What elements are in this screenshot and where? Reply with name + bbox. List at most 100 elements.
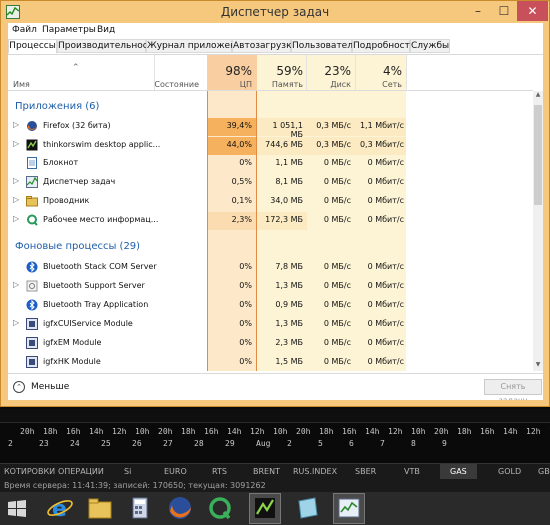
col-header-cpu[interactable]: ЦП <box>207 80 252 89</box>
process-network: 0 Мбит/с <box>367 357 404 366</box>
process-row[interactable]: Bluetooth Stack COM Server 0% 7,8 МБ 0 МБ/с… <box>8 259 533 277</box>
process-name: Firefox (32 бита) <box>43 121 111 130</box>
expand-chevron-icon[interactable]: ▷ <box>13 120 19 129</box>
instrument-tab[interactable]: BRENT <box>253 467 280 476</box>
taskbar-notes[interactable] <box>291 493 323 524</box>
scrollbar[interactable]: ▲ ▼ <box>533 91 543 371</box>
timeline-hour-label: 12h <box>250 427 265 436</box>
instrument-tab[interactable]: VTB <box>404 467 420 476</box>
taskbar-firefox[interactable] <box>164 493 196 524</box>
col-header-name[interactable]: Имя <box>13 80 30 89</box>
tab-details[interactable]: Подробности <box>352 39 416 53</box>
chevron-up-icon[interactable]: ⌃ <box>13 381 25 393</box>
instrument-tab[interactable]: GOLD <box>498 467 521 476</box>
ie-icon: e <box>47 497 73 522</box>
instrument-tab[interactable]: RUS.INDEX <box>293 467 337 476</box>
bluetooth-icon <box>26 261 38 273</box>
timeline-day-label: 26 <box>132 439 142 448</box>
instrument-tab[interactable]: EURO <box>164 467 187 476</box>
process-row[interactable]: ▷ Диспетчер задач 0,5% 8,1 МБ 0 МБ/с 0 Мбит/с <box>8 174 533 192</box>
fewer-details-link[interactable]: Меньше <box>31 382 69 392</box>
group-apps[interactable]: Приложения (6) <box>15 101 99 112</box>
tab-services[interactable]: Службы <box>410 39 450 53</box>
process-cpu: 0% <box>239 158 252 168</box>
process-name: igfxHK Module <box>43 357 101 366</box>
taskbar-explorer[interactable] <box>84 493 116 524</box>
timeline-hour-label: 10h <box>273 427 288 436</box>
process-row[interactable]: igfxHK Module 0% 1,5 МБ 0 МБ/с 0 Мбит/с <box>8 354 533 372</box>
process-name: Проводник <box>43 195 90 205</box>
bluetooth-icon <box>26 299 38 311</box>
expand-chevron-icon[interactable]: ▷ <box>13 280 19 289</box>
notes-icon <box>298 497 318 519</box>
windows-logo-icon <box>8 500 26 517</box>
process-row[interactable]: ▷ thinkorswim desktop applic... 44,0% 744,6… <box>8 136 533 155</box>
process-row[interactable]: ▷ Bluetooth Support Server 0% 1,3 МБ 0 МБ/с 0… <box>8 278 533 296</box>
timeline-day-label: 27 <box>163 439 173 448</box>
taskbar: e <box>0 492 550 525</box>
end-task-button[interactable]: Снять задачу <box>484 379 542 400</box>
expand-chevron-icon[interactable]: ▷ <box>13 195 19 204</box>
col-header-memory[interactable]: Память <box>257 80 303 89</box>
expand-chevron-icon[interactable]: ▷ <box>13 318 19 327</box>
timeline-hour-label: 20h <box>296 427 311 436</box>
col-header-network[interactable]: Сеть <box>356 80 402 89</box>
taskbar-ie[interactable]: e <box>44 493 76 524</box>
col-header-state[interactable]: Состояние <box>128 80 199 89</box>
taskbar-calculator[interactable] <box>124 493 156 524</box>
instrument-tab[interactable]: КОТИРОВКИ <box>4 467 55 476</box>
process-network: 0,3 Мбит/с <box>359 139 404 149</box>
process-row[interactable]: igfxEM Module 0% 2,3 МБ 0 МБ/с 0 Мбит/с <box>8 335 533 353</box>
scroll-up-icon[interactable]: ▲ <box>533 91 543 101</box>
process-name: igfxCUIService Module <box>43 319 133 328</box>
timeline-day-label: 7 <box>380 439 385 448</box>
igfx-icon <box>26 318 38 330</box>
timeline-hour-label: 18h <box>43 427 58 436</box>
process-row[interactable]: ▷ Firefox (32 бита) 39,4% 1 051,1 МБ 0,3 МБ/… <box>8 118 533 139</box>
tab-startup[interactable]: Автозагрузка <box>232 39 297 53</box>
scroll-thumb[interactable] <box>534 105 542 205</box>
menu-file[interactable]: Файл <box>12 25 37 35</box>
close-button[interactable]: ✕ <box>517 1 548 21</box>
quik-icon <box>26 214 38 226</box>
expand-chevron-icon[interactable]: ▷ <box>13 176 19 185</box>
service-icon <box>26 280 38 292</box>
process-row[interactable]: ▷ Проводник 0,1% 34,0 МБ 0 МБ/с 0 Мбит/с <box>8 193 533 211</box>
taskbar-task-manager[interactable] <box>333 493 365 524</box>
timeline-hour-label: 14h <box>89 427 104 436</box>
process-network: 0 Мбит/с <box>367 177 404 187</box>
menu-view[interactable]: Вид <box>97 25 115 35</box>
instrument-tab[interactable]: ОПЕРАЦИИ <box>58 467 104 476</box>
taskbar-quik[interactable] <box>204 493 236 524</box>
instrument-tab[interactable]: GAS <box>440 464 477 479</box>
tab-app-history[interactable]: Журнал приложений <box>146 39 248 53</box>
instrument-tab[interactable]: GBP <box>538 467 550 476</box>
start-button[interactable] <box>6 498 28 520</box>
process-disk: 0 МБ/с <box>323 319 351 328</box>
expand-chevron-icon[interactable]: ▷ <box>13 214 19 223</box>
instrument-tab[interactable]: RTS <box>212 467 227 476</box>
expand-chevron-icon[interactable]: ▷ <box>13 139 19 148</box>
process-cpu: 0% <box>239 357 252 366</box>
timeline-day-label: 2 <box>287 439 292 448</box>
group-background[interactable]: Фоновые процессы (29) <box>15 241 140 252</box>
timeline-hour-label: 14h <box>227 427 242 436</box>
sort-up-icon[interactable]: ⌃ <box>72 63 80 73</box>
tab-performance[interactable]: Производительность <box>57 39 158 53</box>
title-bar[interactable]: Диспетчер задач – ☐ ✕ <box>1 1 549 23</box>
tab-users[interactable]: Пользователи <box>291 39 359 53</box>
instrument-tab[interactable]: Si <box>124 467 131 476</box>
taskbar-thinkorswim[interactable] <box>249 493 281 524</box>
instrument-tab[interactable]: SBER <box>355 467 376 476</box>
process-row[interactable]: Bluetooth Tray Application 0% 0,9 МБ 0 МБ/с… <box>8 297 533 315</box>
tab-processes[interactable]: Процессы <box>8 39 57 54</box>
process-row[interactable]: ▷ igfxCUIService Module 0% 1,3 МБ 0 МБ/с 0 Мб… <box>8 316 533 334</box>
minimize-button[interactable]: – <box>465 1 491 21</box>
col-header-disk[interactable]: Диск <box>306 80 351 89</box>
maximize-button[interactable]: ☐ <box>491 1 517 21</box>
scroll-down-icon[interactable]: ▼ <box>533 361 543 371</box>
menu-options[interactable]: Параметры <box>42 25 96 35</box>
timeline-hour-label: 16h <box>66 427 81 436</box>
process-row[interactable]: Блокнот 0% 1,1 МБ 0 МБ/с 0 Мбит/с <box>8 155 533 173</box>
process-row[interactable]: ▷ Рабочее место информац... 2,3% 172,3 МБ 0 … <box>8 211 533 230</box>
